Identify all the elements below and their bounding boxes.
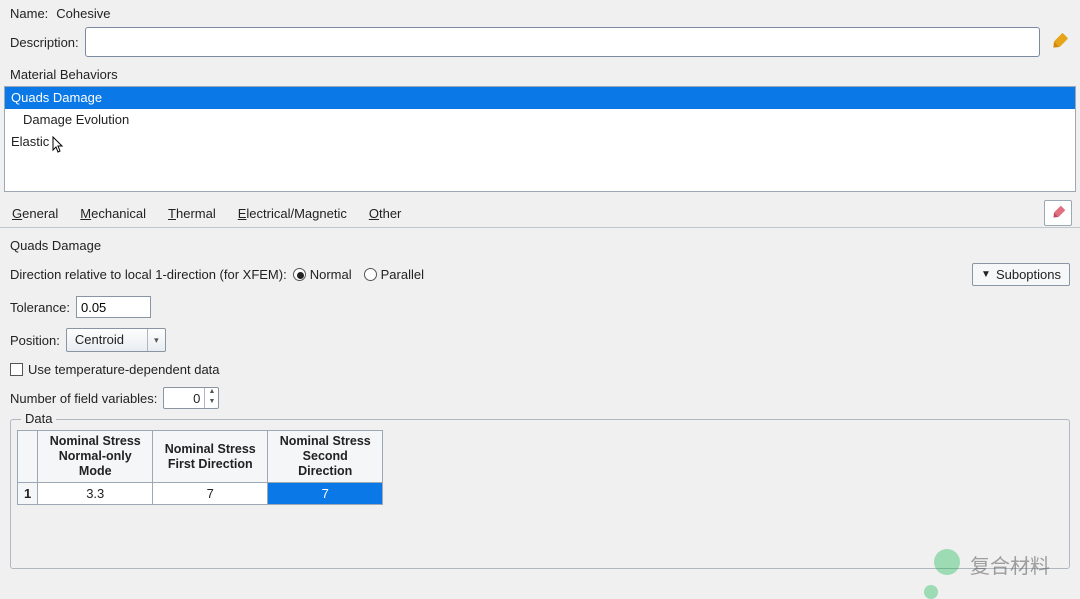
list-item[interactable]: Elastic bbox=[5, 131, 1075, 153]
row-number: 1 bbox=[18, 483, 38, 505]
table-row[interactable]: 1 3.3 7 7 bbox=[18, 483, 383, 505]
material-behaviors-label: Material Behaviors bbox=[0, 63, 1080, 86]
behavior-category-tabs: General Mechanical Thermal Electrical/Ma… bbox=[0, 198, 1080, 228]
suboptions-button[interactable]: ▼ Suboptions bbox=[972, 263, 1070, 286]
name-row: Name: Cohesive bbox=[10, 6, 1070, 21]
col-header[interactable]: Nominal StressFirst Direction bbox=[153, 431, 268, 483]
chevron-down-icon[interactable]: ▼ bbox=[205, 398, 218, 408]
data-table[interactable]: Nominal StressNormal-only Mode Nominal S… bbox=[17, 430, 383, 505]
panel-title: Quads Damage bbox=[10, 238, 1070, 253]
tab-other[interactable]: Other bbox=[369, 204, 402, 223]
radio-parallel[interactable]: Parallel bbox=[364, 267, 424, 282]
description-label: Description: bbox=[10, 35, 79, 50]
radio-icon bbox=[293, 268, 306, 281]
edit-description-button[interactable] bbox=[1048, 31, 1070, 53]
chevron-down-icon: ▼ bbox=[981, 269, 991, 280]
tab-general[interactable]: General bbox=[12, 204, 58, 223]
data-legend: Data bbox=[21, 411, 56, 426]
data-fieldset: Data Nominal StressNormal-only Mode Nomi… bbox=[10, 419, 1070, 569]
position-label: Position: bbox=[10, 333, 60, 348]
description-row: Description: bbox=[10, 27, 1070, 57]
pencil-icon bbox=[1046, 29, 1071, 54]
table-cell[interactable]: 3.3 bbox=[38, 483, 153, 505]
radio-normal[interactable]: Normal bbox=[293, 267, 352, 282]
tolerance-input[interactable] bbox=[76, 296, 151, 318]
tolerance-label: Tolerance: bbox=[10, 300, 70, 315]
table-cell[interactable]: 7 bbox=[268, 483, 383, 505]
temp-dependent-checkbox[interactable]: Use temperature-dependent data bbox=[10, 362, 220, 377]
tab-mechanical[interactable]: Mechanical bbox=[80, 204, 146, 223]
table-cell[interactable]: 7 bbox=[153, 483, 268, 505]
chevron-down-icon: ▾ bbox=[147, 329, 165, 351]
tab-thermal[interactable]: Thermal bbox=[168, 204, 216, 223]
material-behaviors-list[interactable]: Quads Damage Damage Evolution Elastic bbox=[4, 86, 1076, 192]
rowheader-corner bbox=[18, 431, 38, 483]
name-label: Name: bbox=[10, 6, 48, 21]
chevron-up-icon[interactable]: ▲ bbox=[205, 388, 218, 398]
list-item[interactable]: Damage Evolution bbox=[5, 109, 1075, 131]
checkbox-icon bbox=[10, 363, 23, 376]
radio-icon bbox=[364, 268, 377, 281]
field-vars-label: Number of field variables: bbox=[10, 391, 157, 406]
col-header[interactable]: Nominal StressNormal-only Mode bbox=[38, 431, 153, 483]
direction-label: Direction relative to local 1-direction … bbox=[10, 267, 287, 282]
field-vars-spinner[interactable]: 0 ▲ ▼ bbox=[163, 387, 219, 409]
eraser-icon bbox=[1048, 203, 1068, 223]
name-value: Cohesive bbox=[56, 6, 110, 21]
list-item[interactable]: Quads Damage bbox=[5, 87, 1075, 109]
position-combo[interactable]: Centroid ▾ bbox=[66, 328, 166, 352]
description-input[interactable] bbox=[85, 27, 1040, 57]
tab-electrical-magnetic[interactable]: Electrical/Magnetic bbox=[238, 204, 347, 223]
col-header[interactable]: Nominal StressSecond Direction bbox=[268, 431, 383, 483]
delete-behavior-button[interactable] bbox=[1044, 200, 1072, 226]
